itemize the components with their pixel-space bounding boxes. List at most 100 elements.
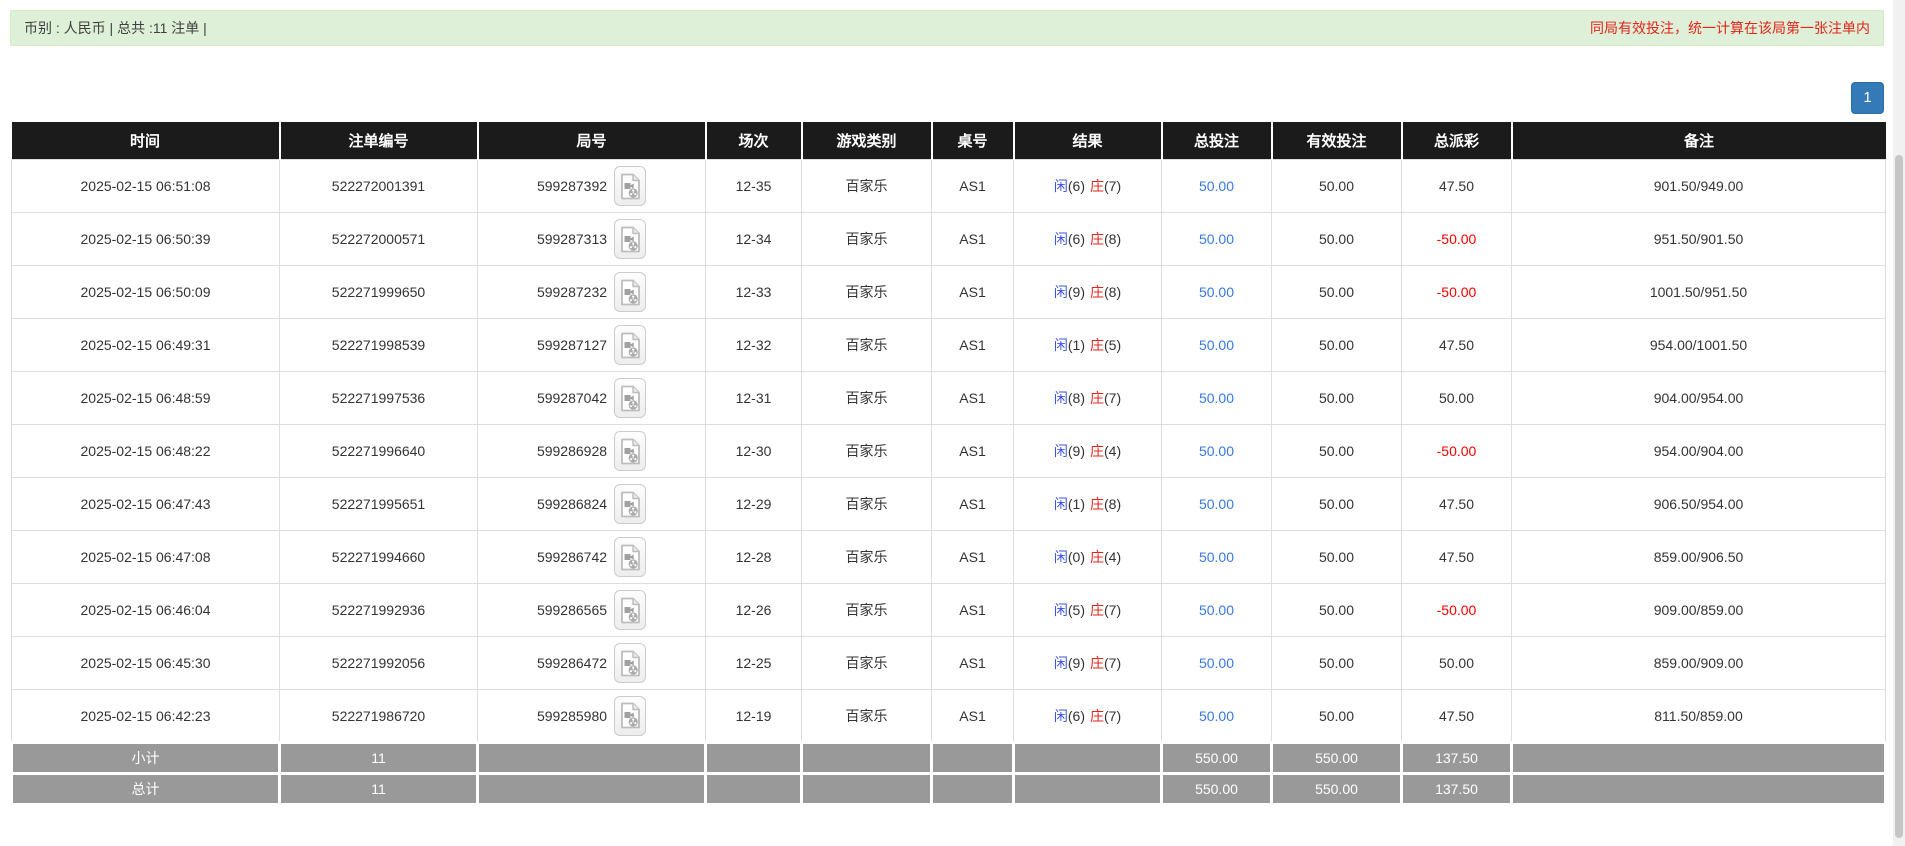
- cell-game-type: 百家乐: [802, 213, 932, 266]
- result-player-label: 闲: [1054, 337, 1068, 353]
- cell-valid-bet: 50.00: [1272, 425, 1402, 478]
- cell-total-bet: 50.00: [1162, 425, 1272, 478]
- result-banker-label: 庄: [1090, 390, 1104, 406]
- notice-warning-text: 同局有效投注，统一计算在该局第一张注单内: [1590, 18, 1870, 38]
- cell-table-no: AS1: [932, 425, 1014, 478]
- cell-remark: 954.00/1001.50: [1512, 319, 1886, 372]
- cell-bet-id: 522271992056: [280, 637, 478, 690]
- scrollbar-thumb[interactable]: [1895, 155, 1903, 838]
- total-bet-link[interactable]: 50.00: [1199, 390, 1234, 406]
- cell-result: 闲(5)庄(7): [1014, 584, 1162, 637]
- total-bet-link[interactable]: 50.00: [1199, 178, 1234, 194]
- cell-payout: -50.00: [1402, 425, 1512, 478]
- total-bet-link[interactable]: 50.00: [1199, 602, 1234, 618]
- result-player-label: 闲: [1054, 284, 1068, 300]
- round-id-text: 599286928: [537, 443, 607, 459]
- total-bet-link[interactable]: 50.00: [1199, 443, 1234, 459]
- cell-remark: 901.50/949.00: [1512, 160, 1886, 213]
- subtotal-payout: 137.50: [1402, 743, 1512, 774]
- cell-game-type: 百家乐: [802, 160, 932, 213]
- round-id-text: 599287127: [537, 337, 607, 353]
- result-banker-score: (7): [1104, 655, 1121, 671]
- cell-valid-bet: 50.00: [1272, 213, 1402, 266]
- cell-time: 2025-02-15 06:47:08: [12, 531, 280, 584]
- total-bet-link[interactable]: 50.00: [1199, 231, 1234, 247]
- total-bet-link[interactable]: 50.00: [1199, 549, 1234, 565]
- result-banker-score: (4): [1104, 443, 1121, 459]
- result-banker-label: 庄: [1090, 655, 1104, 671]
- cell-game-type: 百家乐: [802, 372, 932, 425]
- cell-round-id: 599285980: [478, 690, 706, 743]
- notice-bar: 币别 : 人民币 | 总共 :11 注单 | 同局有效投注，统一计算在该局第一张…: [10, 10, 1884, 46]
- total-bet-link[interactable]: 50.00: [1199, 496, 1234, 512]
- video-replay-button[interactable]: [614, 219, 646, 259]
- video-file-icon: [620, 702, 641, 729]
- video-replay-button[interactable]: [614, 537, 646, 577]
- result-player-label: 闲: [1054, 231, 1068, 247]
- result-banker-label: 庄: [1090, 549, 1104, 565]
- cell-round-id: 599287313: [478, 213, 706, 266]
- cell-session: 12-32: [706, 319, 802, 372]
- video-replay-button[interactable]: [614, 272, 646, 312]
- cell-bet-id: 522271995651: [280, 478, 478, 531]
- cell-bet-id: 522271986720: [280, 690, 478, 743]
- cell-result: 闲(9)庄(4): [1014, 425, 1162, 478]
- cell-time: 2025-02-15 06:50:39: [12, 213, 280, 266]
- round-id-text: 599286824: [537, 496, 607, 512]
- cell-game-type: 百家乐: [802, 584, 932, 637]
- cell-remark: 1001.50/951.50: [1512, 266, 1886, 319]
- cell-round-id: 599287232: [478, 266, 706, 319]
- result-banker-score: (4): [1104, 549, 1121, 565]
- total-bet-link[interactable]: 50.00: [1199, 708, 1234, 724]
- video-file-icon: [620, 173, 641, 200]
- video-replay-button[interactable]: [614, 696, 646, 736]
- video-replay-button[interactable]: [614, 590, 646, 630]
- cell-total-bet: 50.00: [1162, 372, 1272, 425]
- cell-bet-id: 522272001391: [280, 160, 478, 213]
- total-bet-link[interactable]: 50.00: [1199, 655, 1234, 671]
- round-id-text: 599286565: [537, 602, 607, 618]
- result-player-label: 闲: [1054, 443, 1068, 459]
- cell-payout: 47.50: [1402, 478, 1512, 531]
- cell-result: 闲(6)庄(7): [1014, 160, 1162, 213]
- video-replay-button[interactable]: [614, 378, 646, 418]
- video-replay-button[interactable]: [614, 643, 646, 683]
- result-player-score: (6): [1068, 231, 1085, 247]
- result-banker-label: 庄: [1090, 708, 1104, 724]
- video-replay-button[interactable]: [614, 166, 646, 206]
- result-banker-score: (7): [1104, 602, 1121, 618]
- result-player-score: (9): [1068, 443, 1085, 459]
- table-row: 2025-02-15 06:47:08 522271994660 5992867…: [12, 531, 1886, 584]
- page-content: 币别 : 人民币 | 总共 :11 注单 | 同局有效投注，统一计算在该局第一张…: [10, 10, 1884, 806]
- cell-table-no: AS1: [932, 584, 1014, 637]
- video-replay-button[interactable]: [614, 431, 646, 471]
- video-replay-button[interactable]: [614, 325, 646, 365]
- cell-session: 12-31: [706, 372, 802, 425]
- round-id-text: 599286742: [537, 549, 607, 565]
- table-row: 2025-02-15 06:45:30 522271992056 5992864…: [12, 637, 1886, 690]
- result-player-label: 闲: [1054, 655, 1068, 671]
- result-banker-label: 庄: [1090, 284, 1104, 300]
- video-file-icon: [620, 279, 641, 306]
- result-banker-label: 庄: [1090, 496, 1104, 512]
- result-player-score: (5): [1068, 602, 1085, 618]
- video-replay-button[interactable]: [614, 484, 646, 524]
- table-header: 时间 注单编号 局号 场次 游戏类别 桌号 结果 总投注 有效投注 总派彩 备注: [12, 122, 1886, 160]
- table-row: 2025-02-15 06:48:59 522271997536 5992870…: [12, 372, 1886, 425]
- cell-remark: 811.50/859.00: [1512, 690, 1886, 743]
- cell-remark: 906.50/954.00: [1512, 478, 1886, 531]
- vertical-scrollbar[interactable]: [1893, 0, 1905, 846]
- subtotal-label: 小计: [12, 743, 280, 774]
- col-header-session: 场次: [706, 122, 802, 160]
- total-bet-link[interactable]: 50.00: [1199, 337, 1234, 353]
- cell-table-no: AS1: [932, 690, 1014, 743]
- cell-table-no: AS1: [932, 531, 1014, 584]
- cell-time: 2025-02-15 06:48:22: [12, 425, 280, 478]
- cell-total-bet: 50.00: [1162, 690, 1272, 743]
- total-bet-link[interactable]: 50.00: [1199, 284, 1234, 300]
- cell-bet-id: 522271992936: [280, 584, 478, 637]
- cell-remark: 859.00/909.00: [1512, 637, 1886, 690]
- cell-game-type: 百家乐: [802, 266, 932, 319]
- page-1-button[interactable]: 1: [1851, 82, 1884, 114]
- cell-round-id: 599286472: [478, 637, 706, 690]
